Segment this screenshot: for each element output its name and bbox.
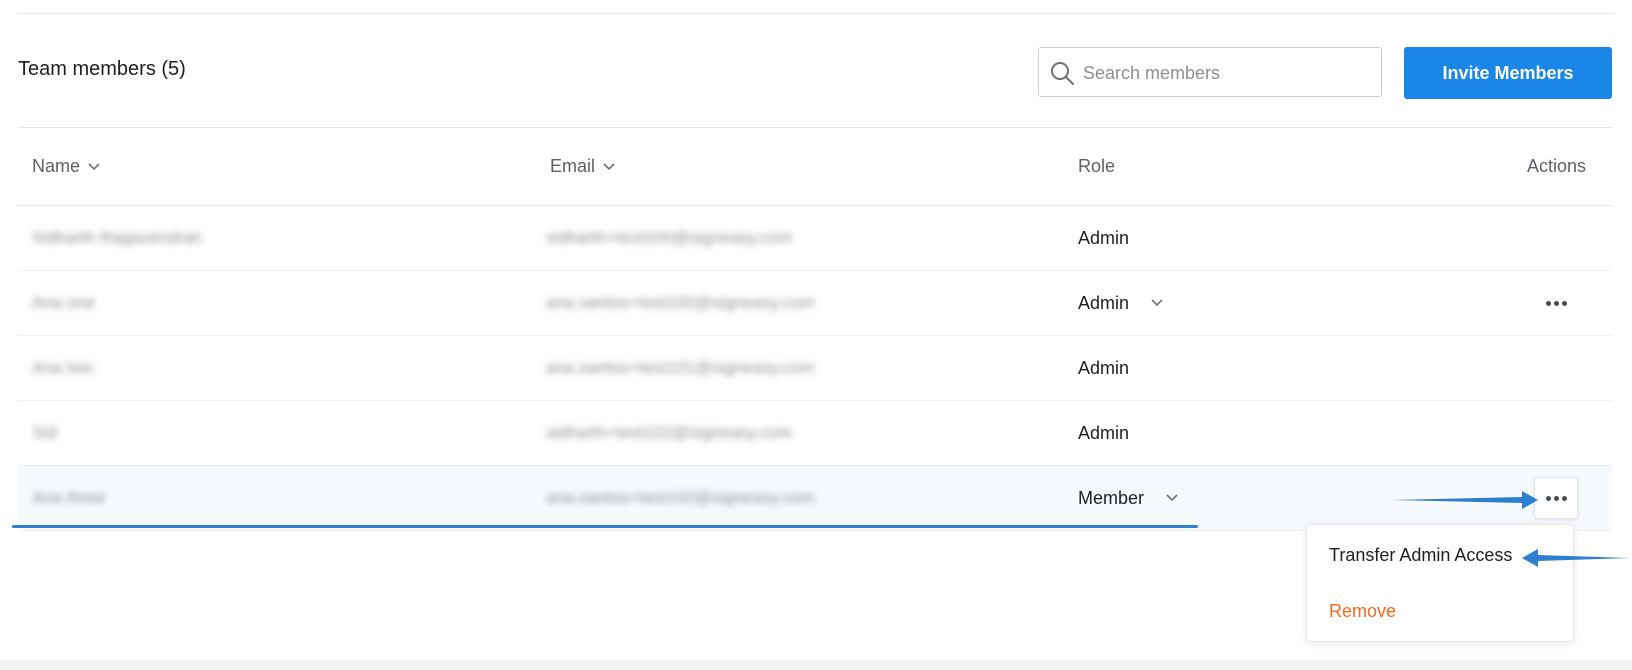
row-actions-button[interactable] bbox=[1534, 282, 1578, 324]
member-role-text: Admin bbox=[1078, 357, 1130, 378]
chevron-down-icon bbox=[603, 162, 615, 170]
member-role-text: Admin bbox=[1078, 422, 1130, 443]
member-role: Admin bbox=[1078, 401, 1318, 465]
member-name: Ana one bbox=[32, 271, 472, 335]
annotation-underline bbox=[12, 525, 1198, 528]
page-title: Team members (5) bbox=[18, 58, 186, 80]
top-divider bbox=[18, 13, 1614, 14]
column-header-role: Role bbox=[1078, 156, 1116, 176]
member-email-text: ana.santos+test102@signeasy.com bbox=[546, 488, 815, 507]
member-email-text: sidharth+test102@signeasy.com bbox=[546, 423, 793, 442]
annotation-arrow-left-icon bbox=[1522, 549, 1630, 567]
member-email-text: sidharth+test100@signeasy.com bbox=[546, 228, 793, 247]
member-name: Sid bbox=[32, 401, 472, 465]
member-name-text: Ana two bbox=[32, 358, 94, 377]
member-name: Ana two bbox=[32, 336, 472, 400]
remove-member-item[interactable]: Remove bbox=[1329, 601, 1396, 622]
member-email: ana.santos+test100@signeasy.com bbox=[546, 271, 1016, 335]
member-role: Admin bbox=[1078, 206, 1318, 270]
row-actions-menu: Transfer Admin Access Remove bbox=[1306, 524, 1574, 642]
more-horizontal-icon bbox=[1545, 495, 1567, 501]
column-label-email: Email bbox=[550, 156, 596, 176]
member-name-text: Ana three bbox=[32, 488, 106, 507]
table-row: Sid sidharth+test102@signeasy.com Admin bbox=[18, 401, 1612, 466]
member-name: Sidharth Ragavendran bbox=[32, 206, 472, 270]
members-table-body: Sidharth Ragavendran sidharth+test100@si… bbox=[18, 206, 1612, 531]
member-email: sidharth+test100@signeasy.com bbox=[546, 206, 1016, 270]
transfer-admin-access-item[interactable]: Transfer Admin Access bbox=[1329, 545, 1512, 566]
chevron-down-icon bbox=[1151, 299, 1163, 307]
bottom-edge bbox=[0, 660, 1632, 670]
table-row: Ana three ana.santos+test102@signeasy.co… bbox=[18, 466, 1612, 531]
table-row: Ana two ana.santos+test101@signeasy.com … bbox=[18, 336, 1612, 401]
role-dropdown[interactable]: Member bbox=[1078, 466, 1318, 530]
column-header-name[interactable]: Name bbox=[32, 156, 100, 177]
member-role-text: Admin bbox=[1078, 292, 1130, 313]
column-header-actions: Actions bbox=[1526, 156, 1586, 176]
more-horizontal-icon bbox=[1545, 300, 1567, 306]
chevron-down-icon bbox=[1166, 494, 1178, 502]
table-row: Sidharth Ragavendran sidharth+test100@si… bbox=[18, 206, 1612, 271]
search-input[interactable] bbox=[1081, 48, 1375, 98]
member-name-text: Sid bbox=[32, 423, 57, 442]
member-role-text: Member bbox=[1078, 487, 1145, 508]
member-name-text: Ana one bbox=[32, 293, 96, 312]
table-row: Ana one ana.santos+test100@signeasy.com … bbox=[18, 271, 1612, 336]
chevron-down-icon bbox=[88, 162, 100, 170]
column-label-name: Name bbox=[32, 156, 81, 176]
search-icon bbox=[1051, 62, 1074, 85]
member-email-text: ana.santos+test101@signeasy.com bbox=[546, 358, 815, 377]
members-header: Team members (5) Invite Members bbox=[18, 44, 1612, 99]
search-box[interactable] bbox=[1038, 47, 1382, 98]
member-email: ana.santos+test101@signeasy.com bbox=[546, 336, 1016, 400]
member-email: ana.santos+test102@signeasy.com bbox=[546, 466, 1016, 530]
member-name-text: Sidharth Ragavendran bbox=[32, 228, 203, 247]
annotation-arrow-right-icon bbox=[1390, 491, 1538, 509]
invite-members-button[interactable]: Invite Members bbox=[1404, 47, 1612, 99]
member-name: Ana three bbox=[32, 466, 472, 530]
member-role: Admin bbox=[1078, 336, 1318, 400]
row-actions-button[interactable] bbox=[1534, 477, 1578, 519]
role-dropdown[interactable]: Admin bbox=[1078, 271, 1318, 335]
member-role-text: Admin bbox=[1078, 227, 1130, 248]
column-header-email[interactable]: Email bbox=[550, 156, 615, 177]
member-email: sidharth+test102@signeasy.com bbox=[546, 401, 1016, 465]
member-email-text: ana.santos+test100@signeasy.com bbox=[546, 293, 815, 312]
table-header: Name Email Role Actions bbox=[18, 128, 1612, 205]
